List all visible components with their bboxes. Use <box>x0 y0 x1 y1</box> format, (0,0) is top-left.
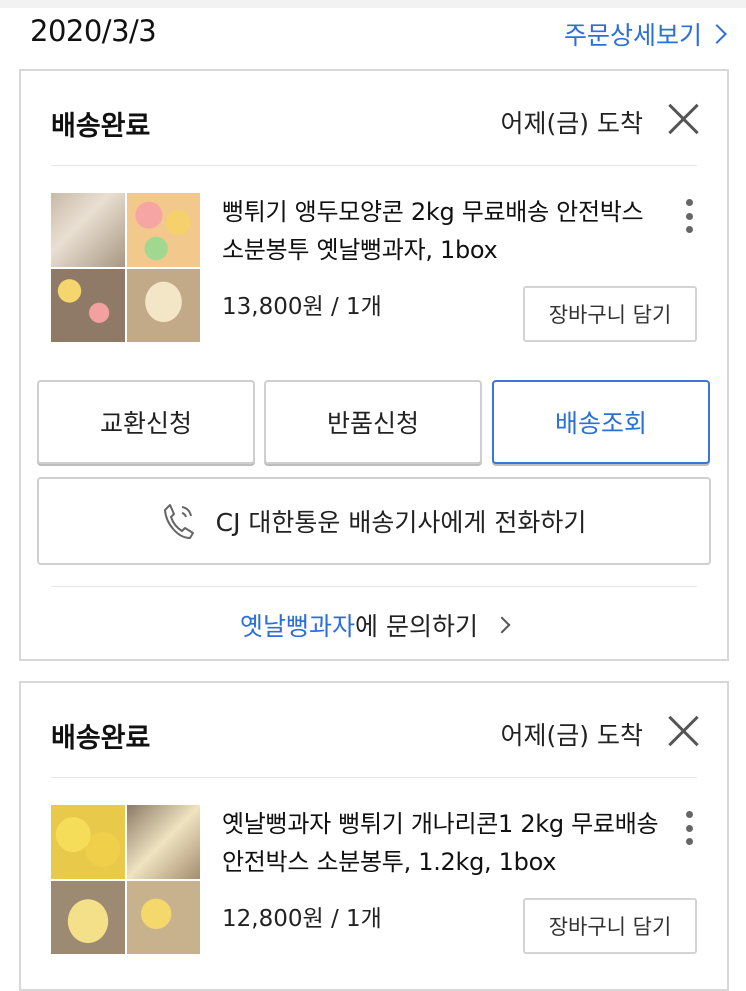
call-driver-button[interactable]: CJ 대한통운 배송기사에게 전화하기 <box>37 477 711 565</box>
add-to-cart-button[interactable]: 장바구니 담기 <box>523 898 697 954</box>
phone-icon <box>163 504 194 539</box>
delivery-status: 배송완료 <box>51 111 151 142</box>
product-price: 13,800원 / 1개 <box>222 294 382 320</box>
order-card-1: 배송완료 어제(금) 도착 뻥튀기 앵두모양콘 2kg 무료배송 안전박스 소분… <box>19 69 729 661</box>
return-request-button[interactable]: 반품신청 <box>264 380 482 464</box>
order-detail-link[interactable]: 주문상세보기 <box>563 16 727 52</box>
order-detail-label: 주문상세보기 <box>563 21 702 50</box>
top-band <box>0 0 746 8</box>
call-driver-label: CJ 대한통운 배송기사에게 전화하기 <box>215 508 587 537</box>
chevron-right-icon <box>707 24 727 44</box>
seller-name[interactable]: 옛날뻥과자 <box>240 607 355 643</box>
track-delivery-button[interactable]: 배송조회 <box>492 380 710 464</box>
order-date: 2020/3/3 <box>30 14 157 48</box>
product-name[interactable]: 옛날뻥과자 뻥튀기 개나리콘1 2kg 무료배송 안전박스 소분봉투, 1.2k… <box>222 805 662 881</box>
close-icon[interactable] <box>667 715 699 747</box>
arrival-date: 어제(금) 도착 <box>500 109 643 138</box>
delivery-status: 배송완료 <box>51 723 151 754</box>
product-thumbnail[interactable] <box>51 805 200 954</box>
product-name[interactable]: 뻥튀기 앵두모양콘 2kg 무료배송 안전박스 소분봉투 옛날뻥과자, 1box <box>222 193 662 269</box>
divider <box>51 777 697 778</box>
seller-inquiry-link[interactable]: 옛날뻥과자 에 문의하기 <box>21 607 727 643</box>
product-price: 12,800원 / 1개 <box>222 906 382 932</box>
inquiry-label: 에 문의하기 <box>355 612 478 641</box>
add-to-cart-button[interactable]: 장바구니 담기 <box>523 286 697 342</box>
close-icon[interactable] <box>667 103 699 135</box>
divider <box>51 165 697 166</box>
more-vertical-icon[interactable] <box>685 199 693 233</box>
order-card-2: 배송완료 어제(금) 도착 옛날뻥과자 뻥튀기 개나리콘1 2kg 무료배송 안… <box>19 681 729 991</box>
chevron-right-icon <box>493 616 511 634</box>
arrival-date: 어제(금) 도착 <box>500 721 643 750</box>
product-thumbnail[interactable] <box>51 193 200 342</box>
divider <box>51 586 697 587</box>
more-vertical-icon[interactable] <box>685 811 693 845</box>
exchange-request-button[interactable]: 교환신청 <box>37 380 255 464</box>
